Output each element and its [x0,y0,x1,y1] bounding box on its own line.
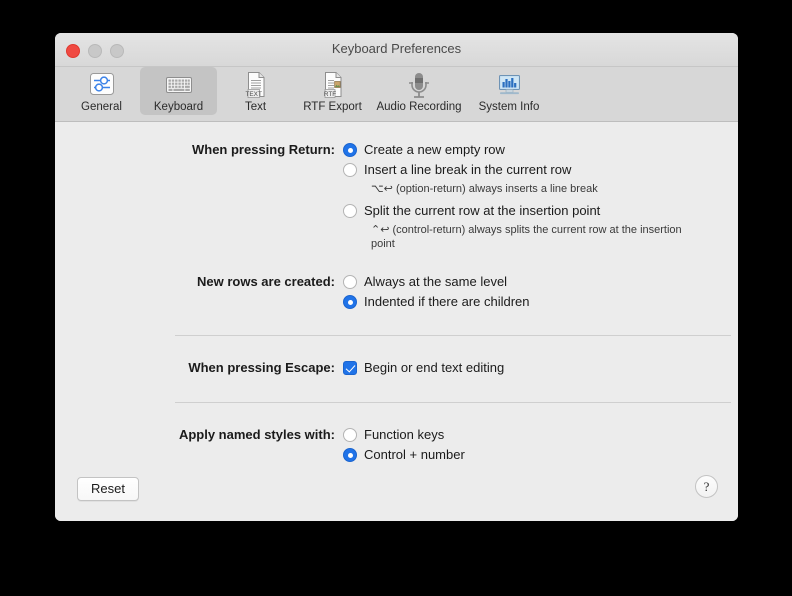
svg-text:RTF: RTF [323,91,335,98]
checkbox-label: Begin or end text editing [364,360,505,375]
keyboard-preferences-window: Keyboard Preferences General Keyboard TE… [55,33,738,521]
section-when-pressing-escape: When pressing Escape: Begin or end text … [55,360,738,380]
help-button[interactable]: ? [695,475,718,498]
radio-label: Always at the same level [364,274,508,289]
apply-named-styles-with-label: Apply named styles with: [178,427,335,442]
sliders-icon [87,70,117,100]
tab-text[interactable]: TEXT Text [217,67,294,115]
radio-label: Function keys [364,427,445,442]
radio-button-icon[interactable] [343,295,357,309]
radio-split-current-row[interactable]: Split the current row at the insertion p… [343,203,738,219]
hint-control-return: ⌃↩ (control-return) always splits the cu… [371,224,682,250]
tab-rtf-export-label: RTF Export [303,101,362,113]
tab-general[interactable]: General [63,67,140,115]
tab-general-label: General [81,101,122,113]
radio-control-plus-number[interactable]: Control + number [343,447,738,463]
radio-button-icon[interactable] [343,448,357,462]
radio-always-same-level[interactable]: Always at the same level [343,274,738,290]
tab-audio-recording-label: Audio Recording [376,101,462,113]
separator-2 [175,402,731,403]
radio-button-icon[interactable] [343,275,357,289]
tab-text-label: Text [244,101,267,113]
preferences-toolbar: General Keyboard TEXT Text RTF RTF Expor… [55,67,738,122]
section-apply-named-styles-with: Apply named styles with: Function keys C… [55,427,738,467]
radio-label: Split the current row at the insertion p… [364,203,601,218]
new-rows-are-created-label: New rows are created: [196,274,335,289]
checkbox-icon[interactable] [343,361,357,375]
section-new-rows-are-created: New rows are created: Always at the same… [55,274,738,314]
tab-audio-recording[interactable]: Audio Recording [371,67,467,115]
reset-button[interactable]: Reset [77,477,139,501]
tab-system-info[interactable]: System Info [467,67,551,115]
section-when-pressing-return: When pressing Return: Create a new empty… [55,142,738,258]
tab-keyboard-label: Keyboard [153,101,204,113]
radio-button-icon[interactable] [343,428,357,442]
tab-system-info-label: System Info [478,101,540,113]
tab-keyboard[interactable]: Keyboard [140,67,217,115]
radio-insert-line-break[interactable]: Insert a line break in the current row [343,162,738,178]
radio-create-new-empty-row[interactable]: Create a new empty row [343,142,738,158]
svg-text:TEXT: TEXT [245,91,261,98]
title-bar: Keyboard Preferences [55,33,738,67]
rtf-document-icon: RTF [320,70,346,100]
radio-button-icon[interactable] [343,163,357,177]
radio-label: Control + number [364,447,465,462]
radio-button-icon[interactable] [343,204,357,218]
hint-option-return: ⌥↩ (option-return) always inserts a line… [371,183,598,195]
radio-label: Indented if there are children [364,294,530,309]
radio-label: Create a new empty row [364,142,505,157]
tab-rtf-export[interactable]: RTF RTF Export [294,67,371,115]
radio-label: Insert a line break in the current row [364,162,572,177]
window-title: Keyboard Preferences [331,41,462,56]
when-pressing-return-label: When pressing Return: [191,142,335,157]
text-document-icon: TEXT [243,70,269,100]
bottom-bar: Reset ? [55,463,738,521]
microphone-icon [405,70,433,100]
radio-function-keys[interactable]: Function keys [343,427,738,443]
preferences-content: When pressing Return: Create a new empty… [55,122,738,521]
checkbox-begin-or-end-text-editing[interactable]: Begin or end text editing [343,360,738,376]
radio-indented-if-children[interactable]: Indented if there are children [343,294,738,310]
separator-1 [175,335,731,336]
monitor-chart-icon [493,70,525,100]
when-pressing-escape-label: When pressing Escape: [188,360,335,375]
radio-button-icon[interactable] [343,143,357,157]
keyboard-icon [163,70,195,100]
